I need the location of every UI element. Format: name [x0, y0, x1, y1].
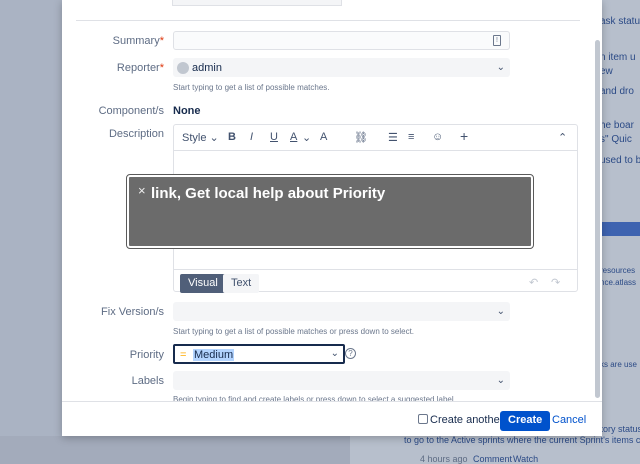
avatar — [177, 62, 189, 74]
bg-text: to go to the Active sprints where the cu… — [404, 435, 640, 445]
background-blue-bar — [600, 222, 640, 236]
bold-button[interactable]: B — [228, 131, 236, 143]
collapse-toolbar-icon[interactable]: ⌃ — [558, 131, 567, 144]
bg-text: n item u — [600, 52, 636, 63]
priority-select[interactable]: = Medium ⌄ — [173, 344, 345, 364]
insert-button[interactable]: + — [460, 128, 468, 144]
labels-input[interactable]: ⌄ — [173, 371, 510, 390]
more-formatting-button[interactable]: A — [320, 131, 327, 143]
bg-text: ks are use — [600, 360, 637, 369]
text-color-button[interactable]: A — [290, 131, 297, 143]
undo-icon[interactable]: ↶ — [529, 276, 538, 289]
field-cut-off — [172, 0, 342, 6]
scrollbar[interactable] — [595, 40, 600, 398]
editor-toolbar: Style ⌄ B I U A ⌄ A ⛓ ☰ ≡ ☺ + ⌃ — [174, 125, 577, 151]
labels-label: Labels — [131, 375, 164, 387]
bg-time: 4 hours ago — [420, 454, 468, 464]
bg-text: and dro — [600, 86, 634, 97]
bg-text: resources — [600, 266, 636, 275]
help-tooltip: × link, Get local help about Priority — [126, 174, 534, 249]
field-menu-icon[interactable]: ! — [493, 35, 501, 46]
reporter-hint: Start typing to get a list of possible m… — [173, 83, 330, 92]
style-dropdown[interactable]: Style ⌄ — [182, 131, 219, 144]
priority-label: Priority — [129, 349, 164, 361]
chevron-down-icon[interactable]: ⌄ — [302, 131, 311, 144]
description-label: Description — [108, 128, 164, 140]
create-button[interactable]: Create — [500, 411, 551, 431]
tooltip-text: link, Get local help about Priority — [151, 185, 386, 202]
close-icon[interactable]: × — [138, 183, 146, 198]
background-left-bottom — [0, 436, 350, 464]
tab-visual[interactable]: Visual — [180, 274, 226, 293]
dialog-footer: Create another Create Cancel — [62, 401, 602, 436]
priority-value: Medium — [193, 349, 235, 361]
bullet-list-icon[interactable]: ☰ — [388, 131, 398, 144]
fix-version-label: Fix Version/s — [101, 306, 164, 318]
underline-button[interactable]: U — [270, 131, 278, 143]
fix-version-hint: Start typing to get a list of possible m… — [173, 327, 415, 336]
components-value: None — [173, 105, 201, 117]
link-icon[interactable]: ⛓ — [354, 131, 368, 144]
create-another-label[interactable]: Create another — [430, 414, 503, 426]
cancel-button[interactable]: Cancel — [552, 414, 586, 426]
italic-button[interactable]: I — [250, 131, 253, 143]
summary-label: Summary* — [112, 35, 164, 47]
reporter-label: Reporter* — [116, 62, 164, 74]
tab-text[interactable]: Text — [223, 274, 260, 293]
redo-icon[interactable]: ↷ — [551, 276, 560, 289]
bg-text: ask statu — [600, 16, 640, 27]
bg-text: used to b — [600, 155, 640, 166]
priority-medium-icon: = — [180, 349, 187, 361]
chevron-down-icon: ⌄ — [496, 306, 505, 317]
create-another-checkbox[interactable] — [418, 414, 428, 424]
components-label: Component/s — [98, 105, 164, 117]
reporter-select[interactable]: admin ⌄ — [173, 58, 510, 77]
summary-input[interactable]: ! — [173, 31, 510, 50]
fix-version-select[interactable]: ⌄ — [173, 302, 510, 321]
editor-mode-tabs: Visual Text ↶ ↷ — [174, 269, 577, 293]
chevron-down-icon: ⌄ — [496, 375, 505, 386]
numbered-list-icon[interactable]: ≡ — [408, 131, 414, 143]
emoji-icon[interactable]: ☺ — [432, 131, 443, 143]
reporter-value: admin — [192, 62, 222, 74]
chevron-down-icon: ⌄ — [496, 62, 505, 73]
bg-comment-link[interactable]: Comment — [473, 454, 512, 464]
bg-text: s" Quic — [600, 134, 632, 145]
divider — [76, 20, 580, 21]
bg-text: nce.atlass — [600, 278, 637, 287]
bg-watch-link[interactable]: Watch — [513, 454, 538, 464]
chevron-down-icon: ⌄ — [330, 348, 339, 359]
help-icon[interactable]: ? — [345, 348, 356, 359]
bg-text: he boar — [600, 120, 634, 131]
